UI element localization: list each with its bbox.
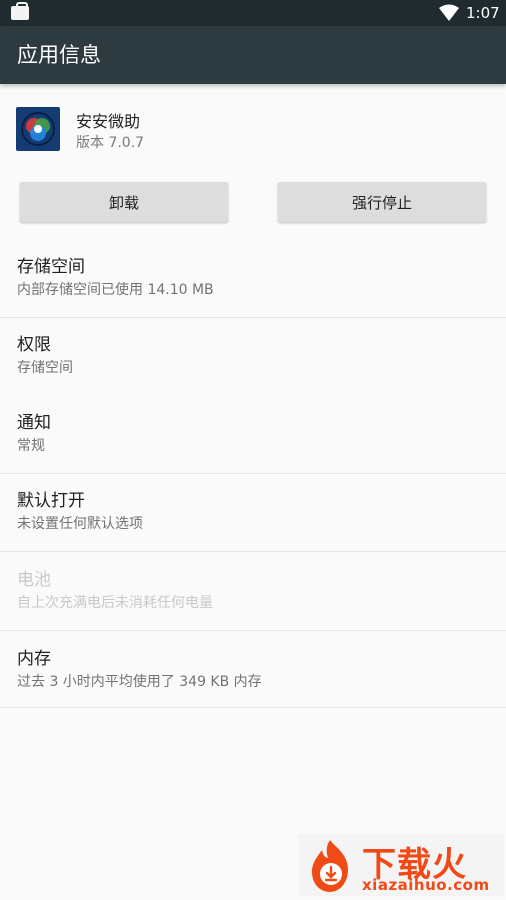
uninstall-button[interactable]: 卸载 xyxy=(20,182,228,222)
divider xyxy=(0,707,506,708)
watermark-logo: 下载火 xiazaihuo.com xyxy=(298,834,504,896)
battery-title: 电池 xyxy=(17,570,51,590)
memory-item[interactable]: 内存 过去 3 小时内平均使用了 349 KB 内存 xyxy=(0,631,506,707)
memory-subtitle: 过去 3 小时内平均使用了 349 KB 内存 xyxy=(17,674,262,690)
status-time: 1:07 xyxy=(466,4,500,22)
force-stop-button[interactable]: 强行停止 xyxy=(278,182,486,222)
notifications-item[interactable]: 通知 常规 xyxy=(0,396,506,473)
storage-item[interactable]: 存储空间 内部存储空间已使用 14.10 MB xyxy=(0,240,506,317)
app-icon xyxy=(16,107,60,151)
storage-subtitle: 内部存储空间已使用 14.10 MB xyxy=(17,282,214,298)
notifications-subtitle: 常规 xyxy=(17,438,45,454)
storage-title: 存储空间 xyxy=(17,257,85,277)
permissions-title: 权限 xyxy=(17,335,51,355)
open-by-default-subtitle: 未设置任何默认选项 xyxy=(17,516,143,532)
flame-icon xyxy=(312,840,348,892)
watermark-url: xiazaihuo.com xyxy=(362,876,490,894)
notifications-title: 通知 xyxy=(17,413,51,433)
open-by-default-title: 默认打开 xyxy=(17,491,85,511)
app-version: 版本 7.0.7 xyxy=(76,135,145,151)
app-name: 安安微助 xyxy=(76,112,141,131)
page-title: 应用信息 xyxy=(17,43,101,67)
app-bar: 应用信息 xyxy=(0,26,506,84)
permissions-subtitle: 存储空间 xyxy=(17,360,73,376)
battery-subtitle: 自上次充满电后未消耗任何电量 xyxy=(17,595,213,611)
battery-item: 电池 自上次充满电后未消耗任何电量 xyxy=(0,552,506,630)
app-header: 安安微助 版本 7.0.7 xyxy=(0,84,506,174)
shopping-bag-icon xyxy=(11,2,29,20)
open-by-default-item[interactable]: 默认打开 未设置任何默认选项 xyxy=(0,474,506,551)
status-bar: 1:07 xyxy=(0,0,506,26)
wifi-icon xyxy=(439,4,459,21)
memory-title: 内存 xyxy=(17,649,51,669)
permissions-item[interactable]: 权限 存储空间 xyxy=(0,318,506,394)
